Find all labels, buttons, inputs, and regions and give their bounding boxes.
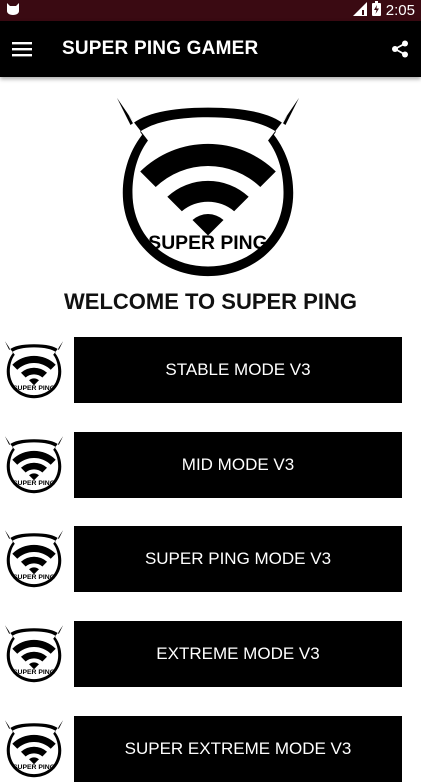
extreme-mode-button[interactable]: EXTREME MODE V3 — [74, 621, 402, 687]
mode-row-extreme: SUPER PING EXTREME MODE V3 — [0, 621, 421, 687]
status-bar: 2:05 — [0, 0, 421, 21]
svg-text:SUPER PING: SUPER PING — [13, 385, 55, 392]
battery-icon — [371, 1, 381, 20]
super-ping-mode-button[interactable]: SUPER PING MODE V3 — [74, 526, 402, 592]
mid-mode-button[interactable]: MID MODE V3 — [74, 432, 402, 498]
mode-logo-icon: SUPER PING — [3, 435, 65, 495]
mode-logo-icon: SUPER PING — [3, 529, 65, 589]
logo-text: SUPER PING — [148, 232, 267, 254]
svg-text:SUPER PING: SUPER PING — [13, 669, 55, 676]
signal-icon — [352, 1, 367, 20]
mode-row-mid: SUPER PING MID MODE V3 — [0, 432, 421, 498]
share-icon[interactable] — [391, 40, 409, 58]
svg-text:SUPER PING: SUPER PING — [13, 764, 55, 771]
app-title: SUPER PING GAMER — [62, 38, 259, 59]
stable-mode-button[interactable]: STABLE MODE V3 — [74, 337, 402, 403]
super-ping-logo: SUPER PING — [110, 96, 306, 280]
welcome-heading: WELCOME TO SUPER PING — [64, 289, 357, 314]
clock-time: 2:05 — [385, 2, 415, 19]
svg-text:SUPER PING: SUPER PING — [13, 480, 55, 487]
mode-logo-icon: SUPER PING — [3, 624, 65, 684]
app-bar: SUPER PING GAMER — [0, 21, 421, 77]
mode-logo-icon: SUPER PING — [3, 719, 65, 779]
status-icons: 2:05 — [352, 1, 415, 20]
mode-row-stable: SUPER PING STABLE MODE V3 — [0, 337, 421, 403]
notification-icon — [6, 2, 20, 20]
svg-text:SUPER PING: SUPER PING — [13, 574, 55, 581]
mode-row-super-extreme: SUPER PING SUPER EXTREME MODE V3 — [0, 716, 421, 782]
mode-row-super-ping: SUPER PING SUPER PING MODE V3 — [0, 526, 421, 592]
menu-icon[interactable] — [12, 41, 32, 57]
mode-logo-icon: SUPER PING — [3, 340, 65, 400]
super-extreme-mode-button[interactable]: SUPER EXTREME MODE V3 — [74, 716, 402, 782]
